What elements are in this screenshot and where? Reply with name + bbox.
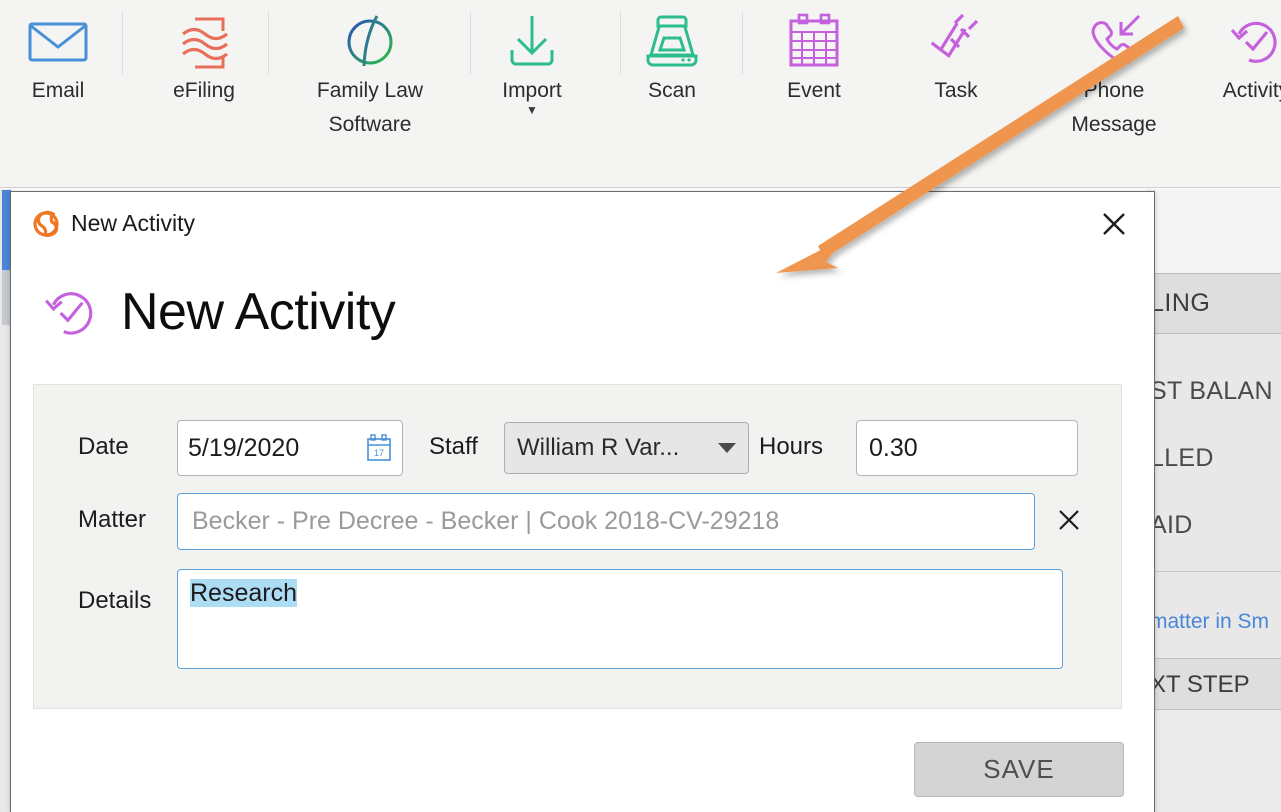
details-value: Research [190,579,297,607]
incoming-call-icon [1072,8,1156,74]
toolbar-button-scan[interactable]: Scan [622,8,722,108]
staff-label: Staff [429,433,478,460]
toolbar-button-efiling[interactable]: eFiling [154,8,254,108]
family-law-software-icon [328,8,412,74]
toolbar-button-email[interactable]: Email [8,8,108,108]
download-icon [490,8,574,74]
new-activity-dialog: New Activity New Activity Date 5/19/2020… [10,191,1155,812]
toolbar-button-import[interactable]: Import ▼ [482,8,582,116]
details-textarea[interactable]: Research [177,569,1063,669]
toolbar-label-task: Task [934,79,978,102]
background-panel-top [1146,189,1281,274]
toolbar-label-activity: Activity [1222,79,1281,102]
matter-placeholder: Becker - Pre Decree - Becker | Cook 2018… [192,507,780,535]
toolbar-separator [470,12,471,74]
toolbar-label-phone-message: Phone Message [1071,79,1157,136]
main-toolbar: Email eFiling Family Law Software Import… [0,0,1281,188]
toolbar-button-event[interactable]: Event [764,8,864,108]
toolbar-label-family-law-software: Family Law Software [316,79,424,136]
toolbar-button-activity[interactable]: Activity [1206,8,1281,108]
save-button[interactable]: SAVE [914,742,1124,797]
clear-x-icon[interactable] [1054,505,1084,535]
toolbar-separator [620,12,621,74]
background-row: LLED [1150,444,1214,472]
toolbar-separator [742,12,743,74]
toolbar-label-efiling: eFiling [173,79,235,102]
toolbar-separator [122,12,123,74]
hours-label: Hours [759,433,824,460]
scanner-icon [630,8,714,74]
toolbar-button-family-law-software[interactable]: Family Law Software [300,8,440,142]
background-matter-panel: LING ST BALAN LLED AID matter in Sm XT S… [1146,189,1281,812]
background-link[interactable]: matter in Sm [1146,572,1281,658]
staff-select[interactable]: William R Var... [504,422,749,474]
svg-text:17: 17 [374,448,384,458]
calendar-icon [772,8,856,74]
dialog-titlebar: New Activity [11,192,1154,255]
background-section-header: LING [1146,274,1281,334]
date-input[interactable]: 5/19/2020 17 [177,420,403,476]
toolbar-label-scan: Scan [648,79,696,102]
toolbar-button-phone-message[interactable]: Phone Message [1044,8,1184,142]
save-button-label: SAVE [983,754,1055,784]
checklist-icon [914,8,998,74]
toolbar-label-event: Event [787,79,841,102]
toolbar-separator [268,12,269,74]
chevron-down-icon[interactable]: ▼ [526,104,538,116]
date-label: Date [78,433,129,460]
efiling-icon [162,8,246,74]
form-row-date-staff-hours: Date 5/19/2020 17 Staff William R Var...… [34,420,1121,476]
background-rows: ST BALAN LLED AID matter in Sm XT STEP [1146,334,1281,710]
dialog-title: New Activity [71,210,195,236]
screen-root: LING ST BALAN LLED AID matter in Sm XT S… [0,0,1281,812]
toolbar-label-email: Email [31,79,85,102]
close-icon[interactable] [1096,206,1132,242]
background-next-step-header: XT STEP [1146,658,1281,710]
activity-circular-check-icon [41,282,101,342]
calendar-picker-icon[interactable]: 17 [366,434,392,462]
page-title: New Activity [121,283,396,341]
chevron-down-icon [718,443,736,453]
form-row-matter: Matter Becker - Pre Decree - Becker | Co… [34,493,1121,550]
activity-form-panel: Date 5/19/2020 17 Staff William R Var...… [33,384,1122,709]
toolbar-button-task[interactable]: Task [906,8,1006,108]
toolbar-items: Email eFiling Family Law Software Import… [0,0,1281,187]
matter-label: Matter [78,506,147,533]
hours-value: 0.30 [869,433,918,462]
background-row: AID [1150,511,1193,539]
date-value: 5/19/2020 [188,433,300,462]
matter-input[interactable]: Becker - Pre Decree - Becker | Cook 2018… [177,493,1035,550]
background-row: ST BALAN [1150,377,1273,405]
hours-input[interactable]: 0.30 [856,420,1078,476]
dialog-heading: New Activity [11,269,1154,355]
activity-circular-check-icon [1214,8,1281,74]
staff-value: William R Var... [517,434,680,461]
envelope-icon [16,8,100,74]
details-label: Details [78,587,152,614]
smokeball-logo-icon [29,207,63,241]
